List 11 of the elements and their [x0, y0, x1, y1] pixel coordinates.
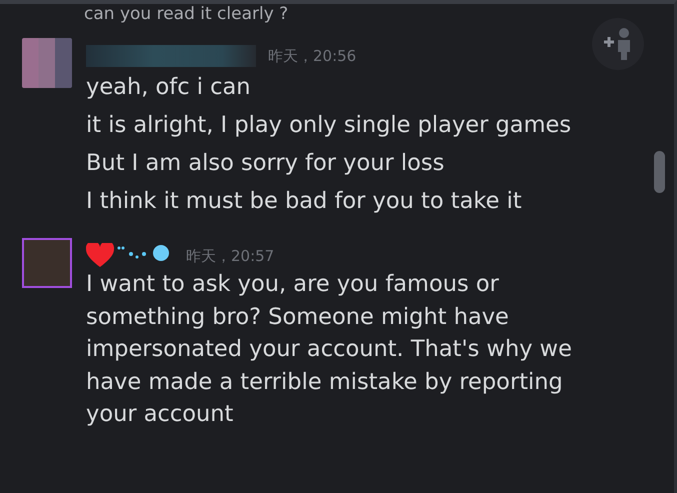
message-text: I want to ask you, are you famous or something bro? Someone might have impersonated your account. That's why we have made a terrible mistake by reporting your account — [86, 270, 573, 429]
message-text: yeah, ofc i can — [86, 73, 252, 102]
scrollbar-thumb[interactable] — [654, 151, 665, 193]
message-text: can you read it clearly ? — [84, 4, 290, 24]
message-text: But I am also sorry for your loss — [86, 149, 446, 178]
blurred-avatar — [22, 38, 72, 88]
timestamp: 昨天，20:56 — [268, 46, 356, 67]
avatar-placeholder — [22, 238, 72, 288]
timestamp: 昨天，20:57 — [186, 246, 274, 267]
message-text: I think it must be bad for you to take it — [86, 187, 523, 216]
message-text: it is alright, I play only single player games — [86, 111, 572, 140]
